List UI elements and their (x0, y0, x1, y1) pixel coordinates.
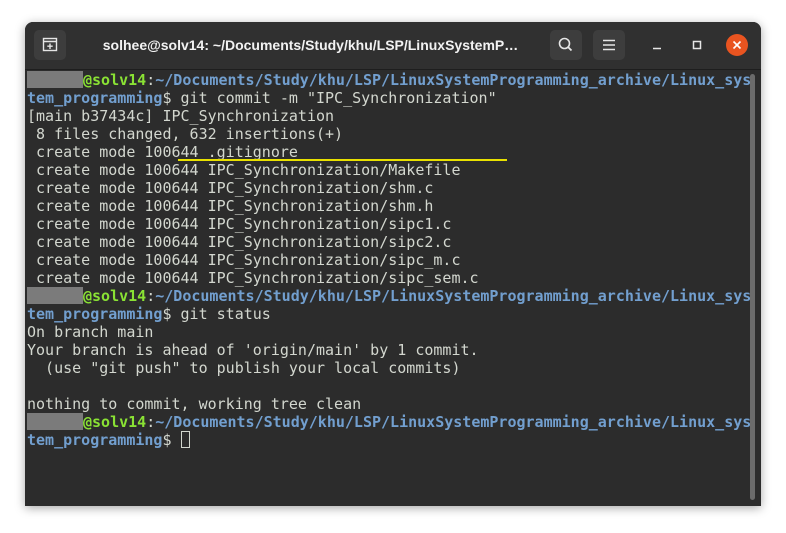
prompt-path-continued: tem_programming (27, 431, 163, 449)
minimize-icon (653, 47, 661, 50)
prompt-colon: : (146, 413, 156, 431)
maximize-button[interactable] (686, 34, 708, 56)
command-space (172, 431, 181, 449)
prompt-path-continued: tem_programming (27, 305, 163, 323)
redacted-username (27, 71, 83, 88)
command-text: git commit -m "IPC_Synchronization" (171, 89, 497, 107)
menu-button[interactable] (593, 30, 625, 60)
output-line: On branch main (27, 323, 154, 341)
output-line: create mode 100644 IPC_Synchronization/s… (27, 179, 434, 197)
prompt-host: @solv14 (83, 413, 147, 431)
minimize-button[interactable] (646, 34, 668, 56)
redacted-username (27, 287, 83, 304)
command-line: tem_programming$ git commit -m "IPC_Sync… (27, 89, 497, 107)
search-button[interactable] (550, 30, 582, 60)
scrollbar[interactable] (750, 74, 755, 500)
prompt-line: @solv14:~/Documents/Study/khu/LSP/LinuxS… (27, 413, 751, 431)
prompt-path: ~/Documents/Study/khu/LSP/LinuxSystemPro… (155, 413, 752, 431)
prompt-path: ~/Documents/Study/khu/LSP/LinuxSystemPro… (155, 287, 752, 305)
prompt-colon: : (146, 287, 156, 305)
prompt-colon: : (146, 71, 156, 89)
new-tab-button[interactable] (34, 30, 66, 60)
output-line: create mode 100644 IPC_Synchronization/s… (27, 215, 452, 233)
prompt-line: @solv14:~/Documents/Study/khu/LSP/LinuxS… (27, 287, 751, 305)
prompt-dollar: $ (162, 89, 172, 107)
output-line: (use "git push" to publish your local co… (27, 359, 461, 377)
output-line: [main b37434c] IPC_Synchronization (27, 107, 335, 125)
output-line: 8 files changed, 632 insertions(+) (27, 125, 344, 143)
prompt-path: ~/Documents/Study/khu/LSP/LinuxSystemPro… (155, 71, 752, 89)
prompt-dollar: $ (162, 431, 172, 449)
command-line: tem_programming$ git status (27, 305, 271, 323)
output-line: Your branch is ahead of 'origin/main' by… (27, 341, 479, 359)
output-line: create mode 100644 IPC_Synchronization/s… (27, 197, 434, 215)
close-button[interactable] (726, 34, 748, 56)
output-line: create mode 100644 IPC_Synchronization/s… (27, 251, 461, 269)
redacted-username (27, 413, 83, 430)
highlight-underline (178, 159, 507, 161)
terminal-output-area[interactable]: @solv14:~/Documents/Study/khu/LSP/LinuxS… (25, 70, 751, 506)
hamburger-menu-icon (603, 39, 615, 51)
command-text: git status (171, 305, 271, 323)
close-icon (732, 40, 742, 50)
new-tab-icon (42, 37, 58, 52)
prompt-host: @solv14 (83, 287, 147, 305)
command-line: tem_programming$ (27, 431, 190, 449)
terminal-window: solhee@solv14: ~/Documents/Study/khu/LSP… (25, 22, 761, 506)
text-cursor (180, 431, 190, 448)
prompt-host: @solv14 (83, 71, 147, 89)
window-title: solhee@solv14: ~/Documents/Study/khu/LSP… (102, 37, 519, 53)
maximize-icon (692, 40, 702, 50)
output-line: create mode 100644 IPC_Synchronization/M… (27, 161, 461, 179)
prompt-dollar: $ (162, 305, 172, 323)
search-icon (558, 37, 573, 52)
prompt-line: @solv14:~/Documents/Study/khu/LSP/LinuxS… (27, 71, 751, 89)
output-line: create mode 100644 IPC_Synchronization/s… (27, 233, 452, 251)
output-line: nothing to commit, working tree clean (27, 395, 362, 413)
output-line: create mode 100644 IPC_Synchronization/s… (27, 269, 479, 287)
prompt-path-continued: tem_programming (27, 89, 163, 107)
title-bar[interactable]: solhee@solv14: ~/Documents/Study/khu/LSP… (25, 22, 761, 70)
